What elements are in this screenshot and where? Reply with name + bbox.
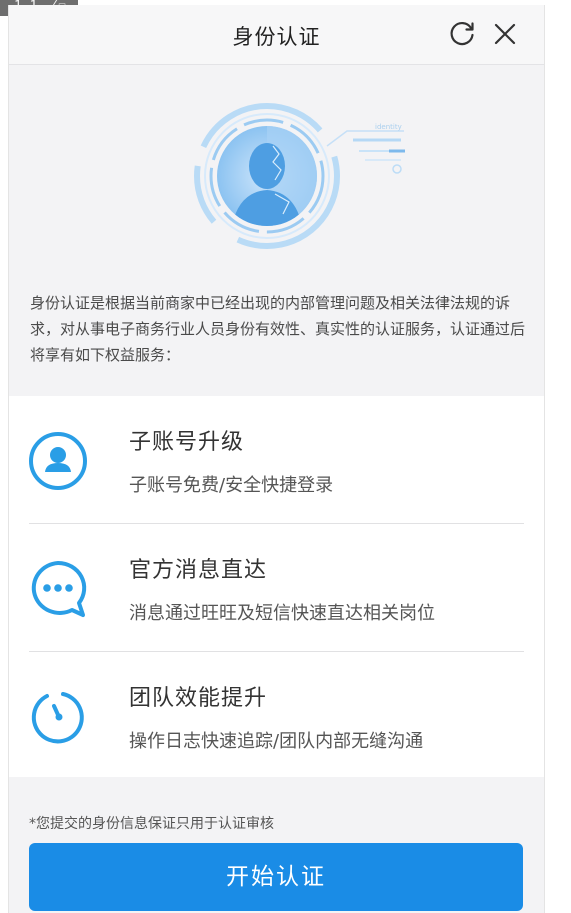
benefit-title: 官方消息直达 (129, 558, 268, 583)
privacy-note: *您提交的身份信息保证只用于认证审核 (29, 816, 274, 832)
close-button[interactable] (490, 19, 520, 49)
benefit-list: 子账号升级 子账号免费/安全快捷登录 官方消息直达 消息通过旺旺及短信快速直达相… (9, 396, 544, 777)
benefit-title: 子账号升级 (129, 430, 245, 455)
auth-page: 身份认证 identity 身份认证是根据当前商家中已经出现的内部管理问题及相关… (8, 5, 545, 913)
scan-label: identity (375, 123, 402, 131)
identity-illustration: identity (9, 66, 544, 276)
benefit-description: 消息通过旺旺及短信快速直达相关岗位 (129, 603, 435, 624)
benefit-description: 子账号免费/安全快捷登录 (129, 475, 334, 496)
close-icon (494, 23, 516, 45)
refresh-icon (450, 21, 474, 46)
user-icon (27, 430, 89, 492)
benefit-item-subaccount: 子账号升级 子账号免费/安全快捷登录 (9, 396, 544, 523)
face-scan-illustration: identity (194, 103, 405, 249)
gauge-icon (27, 686, 89, 748)
intro-paragraph: 身份认证是根据当前商家中已经出现的内部管理问题及相关法律法规的诉求，对从事电子商… (30, 294, 526, 364)
benefit-item-message: 官方消息直达 消息通过旺旺及短信快速直达相关岗位 (9, 524, 544, 651)
benefit-item-team: 团队效能提升 操作日志快速追踪/团队内部无缝沟通 (9, 652, 544, 779)
benefit-title: 团队效能提升 (129, 686, 268, 711)
start-verification-button[interactable]: 开始认证 (29, 843, 523, 911)
benefit-description: 操作日志快速追踪/团队内部无缝沟通 (129, 731, 424, 752)
message-bubble-icon (27, 558, 89, 620)
title-bar: 身份认证 (9, 5, 544, 65)
refresh-button[interactable] (447, 19, 477, 49)
